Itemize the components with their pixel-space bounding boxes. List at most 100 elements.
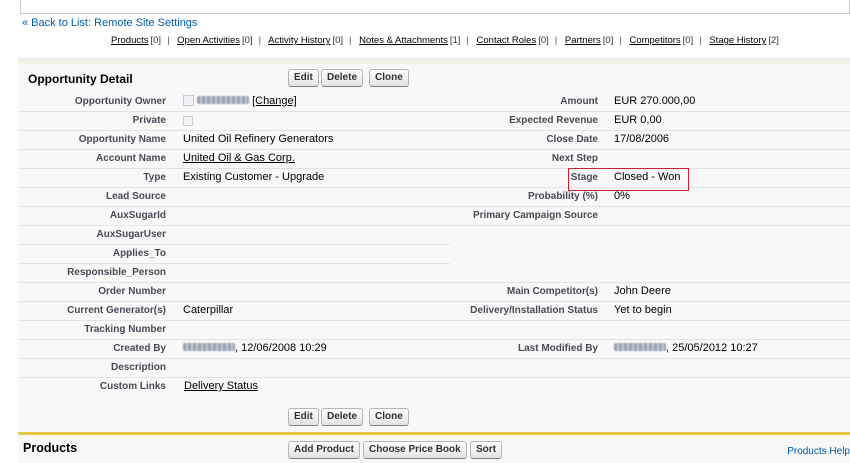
related-count: [0] <box>242 35 253 46</box>
field-label: Tracking Number <box>84 324 166 335</box>
created-by-value: , 12/06/2008 10:29 <box>183 342 327 354</box>
separator: | <box>466 35 469 46</box>
private-value <box>183 114 193 129</box>
field-row: Order Number Main Competitor(s) John Dee… <box>18 283 850 302</box>
field-label: AuxSugarUser <box>96 229 166 240</box>
related-count: [1] <box>449 35 461 46</box>
field-row: Current Generator(s) Caterpillar Deliver… <box>18 302 850 321</box>
separator: | <box>349 35 352 46</box>
add-product-button[interactable]: Add Product <box>288 441 360 459</box>
edit-button[interactable]: Edit <box>288 69 319 87</box>
field-label: Opportunity Owner <box>74 96 166 107</box>
related-link-contact-roles[interactable]: Contact Roles <box>477 35 537 46</box>
products-help-link[interactable]: Products Help <box>787 446 850 457</box>
related-count: [2] <box>768 35 779 46</box>
separator: | <box>554 35 558 46</box>
field-label: Probability (%) <box>527 191 598 202</box>
redacted-modifier-name <box>614 343 666 351</box>
field-value: Existing Customer - Upgrade <box>183 171 325 183</box>
related-link-competitors[interactable]: Competitors <box>629 35 680 46</box>
separator: | <box>699 35 702 46</box>
field-row: Opportunity Owner [Change] Amount EUR 27… <box>18 93 850 112</box>
field-label: Last Modified By <box>517 343 598 354</box>
double-chevron-left-icon: « <box>22 17 29 29</box>
top-frame <box>20 0 850 14</box>
related-link-activity-history[interactable]: Activity History <box>268 35 330 46</box>
field-label: Main Competitor(s) <box>506 286 598 297</box>
field-label: Applies_To <box>112 248 166 259</box>
field-label: Responsible_Person <box>67 267 166 278</box>
field-row: AuxSugarUser <box>18 226 850 245</box>
field-label: Created By <box>113 343 166 354</box>
sort-button[interactable]: Sort <box>470 441 502 459</box>
field-row: Private Expected Revenue EUR 0,00 <box>18 112 850 131</box>
field-label: Description <box>110 362 166 373</box>
field-value: 0% <box>614 190 630 202</box>
field-label: Custom Links <box>99 381 166 392</box>
delete-button[interactable]: Delete <box>321 69 364 87</box>
field-label: Expected Revenue <box>509 115 598 126</box>
clone-button[interactable]: Clone <box>369 69 409 87</box>
detail-body: Opportunity Detail Edit Delete Clone Opp… <box>18 64 850 432</box>
field-label: Account Name <box>95 153 166 164</box>
related-count: [0] <box>150 35 162 46</box>
separator: | <box>258 35 262 46</box>
field-label: Delivery/Installation Status <box>470 305 598 316</box>
delivery-status-link[interactable]: Delivery Status <box>184 380 258 392</box>
related-link-open-activities[interactable]: Open Activities <box>177 35 240 46</box>
field-row: AuxSugarId Primary Campaign Source <box>18 207 850 226</box>
field-label: Current Generator(s) <box>67 305 166 316</box>
change-owner-link[interactable]: [Change] <box>252 95 297 107</box>
custom-links-value: Delivery Status <box>184 380 258 392</box>
field-row: Description <box>18 359 850 378</box>
related-list-hover-links: Products [0] | Open Activities [0] | Activit… <box>111 35 779 48</box>
field-row: Lead Source Probability (%) 0% <box>18 188 850 207</box>
separator: | <box>167 35 170 46</box>
related-link-notes-attachments[interactable]: Notes & Attachments <box>359 35 448 46</box>
field-label: Opportunity Name <box>78 134 166 145</box>
delete-button-bottom[interactable]: Delete <box>321 408 364 426</box>
field-label: Close Date <box>546 134 598 145</box>
field-label: Primary Campaign Source <box>472 210 598 221</box>
redacted-creator-name <box>183 343 235 351</box>
owner-value: [Change] <box>183 95 297 107</box>
clone-button-bottom[interactable]: Clone <box>369 408 409 426</box>
field-row: Opportunity Name United Oil Refinery Gen… <box>18 131 850 150</box>
back-to-list-link[interactable]: «Back to List: Remote Site Settings <box>22 17 197 29</box>
stage-highlight-box <box>568 168 689 191</box>
field-value: EUR 270.000,00 <box>614 95 696 107</box>
field-label: Order Number <box>98 286 166 297</box>
field-label: Amount <box>560 96 598 107</box>
related-link-stage-history[interactable]: Stage History <box>709 35 766 46</box>
field-row: Responsible_Person <box>18 264 850 283</box>
field-label: Private <box>132 115 166 126</box>
related-link-products[interactable]: Products <box>111 35 149 46</box>
related-count: [0] <box>538 35 549 46</box>
field-value: Yet to begin <box>614 304 672 316</box>
field-row: Applies_To <box>18 245 850 264</box>
account-value: United Oil & Gas Corp. <box>183 152 295 164</box>
field-label: Next Step <box>551 153 598 164</box>
field-value: 17/08/2006 <box>614 133 670 145</box>
related-count: [0] <box>682 35 694 46</box>
related-link-partners[interactable]: Partners <box>565 35 601 46</box>
modified-by-value: , 25/05/2012 10:27 <box>614 342 758 354</box>
field-value: EUR 0,00 <box>614 114 662 126</box>
field-row: Tracking Number <box>18 321 850 340</box>
detail-fields: Opportunity Owner [Change] Amount EUR 27… <box>18 93 850 397</box>
field-row: Account Name United Oil & Gas Corp. Next… <box>18 150 850 169</box>
field-label: Lead Source <box>105 191 166 202</box>
private-checkbox <box>183 116 193 126</box>
field-row: Type Existing Customer - Upgrade Stage C… <box>18 169 850 188</box>
separator: | <box>619 35 622 46</box>
account-link[interactable]: United Oil & Gas Corp. <box>183 152 295 164</box>
edit-button-bottom[interactable]: Edit <box>288 408 319 426</box>
field-value: John Deere <box>614 285 671 297</box>
choose-price-book-button[interactable]: Choose Price Book <box>363 441 467 459</box>
products-related-list: Products Add Product Choose Price Book S… <box>18 432 850 463</box>
field-row: Created By , 12/06/2008 10:29 Last Modif… <box>18 340 850 359</box>
field-label: Type <box>143 172 166 183</box>
related-count: [0] <box>332 35 344 46</box>
field-value: Caterpillar <box>183 304 234 316</box>
redacted-owner-name <box>197 96 249 104</box>
